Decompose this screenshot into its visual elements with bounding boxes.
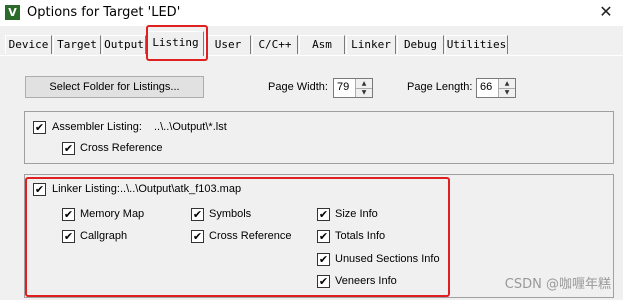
linker-listing-label: Linker Listing:: [52, 183, 120, 195]
linker-cross-reference-label: Cross Reference: [209, 230, 292, 242]
watermark: CSDN @咖喱年糕: [504, 277, 611, 292]
tab-device[interactable]: Device: [5, 35, 52, 54]
asm-cross-reference-label: Cross Reference: [80, 142, 163, 154]
select-folder-button[interactable]: Select Folder for Listings...: [25, 76, 204, 98]
assembler-listing-path: ..\..\Output\*.lst: [154, 121, 227, 133]
assembler-listing-checkbox[interactable]: ✔: [33, 121, 46, 134]
callgraph-label: Callgraph: [80, 230, 128, 242]
tab-utilities[interactable]: Utilities: [445, 35, 508, 54]
symbols-label: Symbols: [209, 208, 252, 220]
tab-output[interactable]: Output: [102, 35, 146, 54]
totals-info-checkbox[interactable]: ✔: [317, 230, 330, 243]
tab-debug[interactable]: Debug: [397, 35, 444, 54]
keil-app-icon: V: [5, 5, 20, 20]
size-info-label: Size Info: [335, 208, 378, 220]
assembler-listing-group: [24, 111, 614, 164]
veneers-info-checkbox[interactable]: ✔: [317, 275, 330, 288]
veneers-info-label: Veneers Info: [335, 275, 397, 287]
linker-listing-path: ..\..\Output\atk_f103.map: [120, 183, 242, 195]
size-info-checkbox[interactable]: ✔: [317, 208, 330, 221]
symbols-checkbox[interactable]: ✔: [191, 208, 204, 221]
tab-user[interactable]: User: [205, 35, 251, 54]
memory-map-label: Memory Map: [80, 208, 145, 220]
tab-asm[interactable]: Asm: [299, 35, 345, 54]
title-bar: V Options for Target 'LED' ✕: [0, 0, 623, 26]
memory-map-checkbox[interactable]: ✔: [62, 208, 75, 221]
tab-linker[interactable]: Linker: [346, 35, 396, 54]
page-length-value[interactable]: 66: [480, 81, 492, 93]
window-title: Options for Target 'LED': [27, 5, 181, 20]
unused-sections-info-checkbox[interactable]: ✔: [317, 253, 330, 266]
asm-cross-reference-checkbox[interactable]: ✔: [62, 142, 75, 155]
page-length-spinner[interactable]: 66 ▲ ▼: [476, 78, 516, 98]
callgraph-checkbox[interactable]: ✔: [62, 230, 75, 243]
page-length-label: Page Length:: [407, 81, 473, 93]
spin-buttons: ▲ ▼: [355, 79, 372, 97]
spin-buttons: ▲ ▼: [498, 79, 515, 97]
close-icon[interactable]: ✕: [597, 2, 615, 22]
page-width-spinner[interactable]: 79 ▲ ▼: [333, 78, 373, 98]
spin-down-icon[interactable]: ▼: [499, 88, 515, 97]
tab-target[interactable]: Target: [53, 35, 101, 54]
linker-cross-reference-checkbox[interactable]: ✔: [191, 230, 204, 243]
unused-sections-info-label: Unused Sections Info: [335, 253, 440, 265]
assembler-listing-label: Assembler Listing:: [52, 121, 142, 133]
tab-c-cpp[interactable]: C/C++: [252, 35, 298, 54]
page-width-label: Page Width:: [268, 81, 328, 93]
spin-down-icon[interactable]: ▼: [356, 88, 372, 97]
totals-info-label: Totals Info: [335, 230, 386, 242]
tab-listing[interactable]: Listing: [147, 31, 204, 56]
page-width-value[interactable]: 79: [337, 81, 349, 93]
linker-listing-checkbox[interactable]: ✔: [33, 183, 46, 196]
